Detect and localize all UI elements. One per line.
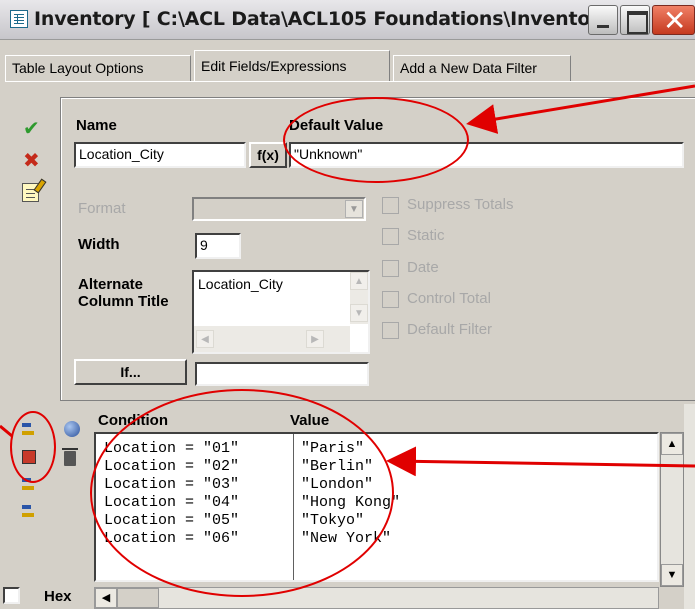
accept-check-icon[interactable]: ✔ bbox=[23, 116, 40, 141]
tab-table-layout-options[interactable]: Table Layout Options bbox=[5, 55, 191, 81]
alt-title-horizontal-scrollbar[interactable]: ◀ ▶ bbox=[194, 326, 350, 352]
hex-checkbox[interactable] bbox=[3, 587, 20, 604]
trash-icon[interactable] bbox=[62, 448, 78, 466]
move-down-icon[interactable] bbox=[22, 505, 36, 519]
minimize-button[interactable] bbox=[588, 5, 618, 35]
suppress-totals-checkbox[interactable] bbox=[382, 197, 399, 214]
annotation-ellipse-insert-tool bbox=[10, 411, 56, 483]
control-total-label: Control Total bbox=[407, 290, 491, 307]
title-bar[interactable]: Inventory [ C:\ACL Data\ACL105 Foundatio… bbox=[0, 0, 695, 40]
tab-add-data-filter[interactable]: Add a New Data Filter bbox=[393, 55, 571, 81]
alt-title-vertical-scrollbar[interactable]: ▲ ▼ bbox=[350, 272, 368, 324]
fx-expression-button[interactable]: f(x) bbox=[249, 142, 287, 168]
suppress-totals-label: Suppress Totals bbox=[407, 196, 514, 213]
alternate-column-title-textarea[interactable]: Location_City ▲ ▼ ◀ ▶ bbox=[192, 270, 370, 354]
static-label: Static bbox=[407, 227, 445, 244]
default-filter-checkbox[interactable] bbox=[382, 322, 399, 339]
format-select[interactable]: ▼ bbox=[192, 197, 366, 221]
width-label: Width bbox=[78, 236, 120, 253]
outer-vertical-scrollbar[interactable] bbox=[684, 404, 695, 609]
scroll-left-icon[interactable]: ◀ bbox=[196, 330, 214, 348]
scroll-down-icon[interactable]: ▼ bbox=[350, 304, 368, 322]
globe-icon[interactable] bbox=[64, 421, 80, 437]
width-input[interactable]: 9 bbox=[195, 233, 241, 259]
format-label: Format bbox=[78, 200, 126, 217]
tab-divider bbox=[5, 81, 695, 82]
default-filter-label: Default Filter bbox=[407, 321, 493, 338]
date-checkbox[interactable] bbox=[382, 260, 399, 277]
chevron-down-icon: ▼ bbox=[345, 200, 363, 218]
close-icon: ✕ bbox=[663, 4, 687, 37]
annotation-ellipse-conditions bbox=[90, 389, 394, 597]
scroll-up-icon[interactable]: ▲ bbox=[661, 433, 683, 455]
edit-notepad-icon[interactable] bbox=[22, 183, 39, 202]
maximize-button[interactable] bbox=[620, 5, 650, 35]
name-label: Name bbox=[76, 117, 117, 134]
annotation-ellipse-default-value bbox=[283, 97, 469, 183]
scroll-down-icon[interactable]: ▼ bbox=[661, 564, 683, 586]
tab-edit-fields-expressions[interactable]: Edit Fields/Expressions bbox=[194, 50, 390, 81]
scroll-up-icon[interactable]: ▲ bbox=[350, 272, 368, 290]
alternate-column-title-value: Location_City bbox=[198, 276, 283, 292]
hex-label: Hex bbox=[44, 588, 72, 605]
control-total-checkbox[interactable] bbox=[382, 291, 399, 308]
window-title: Inventory [ C:\ACL Data\ACL105 Foundatio… bbox=[34, 8, 618, 30]
annotation-arrow-toolbar bbox=[0, 424, 13, 438]
grid-vertical-scrollbar[interactable]: ▲ ▼ bbox=[660, 432, 684, 587]
name-input[interactable]: Location_City bbox=[74, 142, 246, 168]
scroll-right-icon[interactable]: ▶ bbox=[306, 330, 324, 348]
if-button[interactable]: If... bbox=[74, 359, 187, 385]
table-app-icon bbox=[10, 10, 28, 28]
alternate-column-title-label: Alternate Column Title bbox=[78, 276, 169, 310]
close-button[interactable]: ✕ bbox=[652, 4, 695, 37]
if-condition-input[interactable] bbox=[195, 362, 369, 386]
scroll-left-icon[interactable]: ◀ bbox=[95, 588, 117, 608]
reject-x-icon[interactable]: ✖ bbox=[23, 148, 40, 173]
scroll-thumb[interactable] bbox=[117, 588, 159, 608]
static-checkbox[interactable] bbox=[382, 228, 399, 245]
grid-horizontal-scrollbar[interactable]: ◀ bbox=[94, 587, 659, 609]
date-label: Date bbox=[407, 259, 439, 276]
